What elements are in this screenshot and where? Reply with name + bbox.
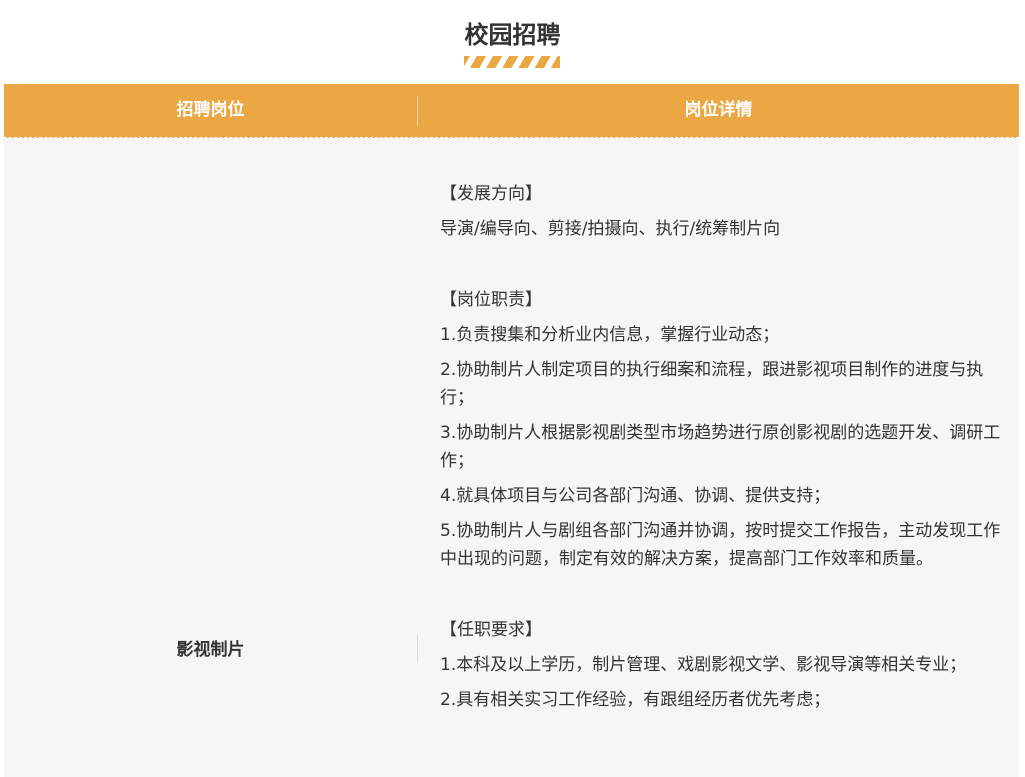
direction-heading: 【发展方向】 (440, 184, 542, 204)
direction-text: 导演/编导向、剪接/拍摄向、执行/统筹制片向 (440, 219, 781, 239)
page: 校园招聘 招聘岗位 岗位详情 影视制片 【发展方向】 导演/编导向、剪接/拍摄向… (0, 0, 1025, 777)
position-name: 影视制片 (176, 640, 245, 660)
duty-item: 2.协助制片人制定项目的执行细案和流程，跟进影视项目制作的进度与执行； (440, 360, 984, 408)
header-details: 岗位详情 (684, 100, 753, 120)
requirement-item: 1.本科及以上学历，制片管理、戏剧影视文学、影视导演等相关专业； (440, 655, 967, 675)
table-row: 影视制片 【发展方向】 导演/编导向、剪接/拍摄向、执行/统筹制片向 【岗位职责… (4, 138, 1019, 777)
title-decoration-stripes (464, 56, 560, 68)
header-position: 招聘岗位 (176, 100, 245, 120)
requirement-item: 2.具有相关实习工作经验，有跟组经历者优先考虑； (440, 690, 831, 710)
position-details: 【发展方向】 导演/编导向、剪接/拍摄向、执行/统筹制片向 【岗位职责】 1.负… (440, 180, 1010, 721)
duty-item: 3.协助制片人根据影视剧类型市场趋势进行原创影视剧的选题开发、调研工作； (440, 423, 1001, 471)
cell-divider (417, 635, 418, 663)
page-title: 校园招聘 (464, 21, 561, 49)
duty-item: 1.负责搜集和分析业内信息，掌握行业动态； (440, 325, 780, 345)
duties-heading: 【岗位职责】 (440, 290, 542, 310)
requirements-heading: 【任职要求】 (440, 620, 542, 640)
table-header: 招聘岗位 岗位详情 (4, 84, 1019, 138)
duty-item: 4.就具体项目与公司各部门沟通、协调、提供支持； (440, 486, 831, 506)
duty-item: 5.协助制片人与剧组各部门沟通并协调，按时提交工作报告，主动发现工作中出现的问题… (440, 521, 1001, 569)
